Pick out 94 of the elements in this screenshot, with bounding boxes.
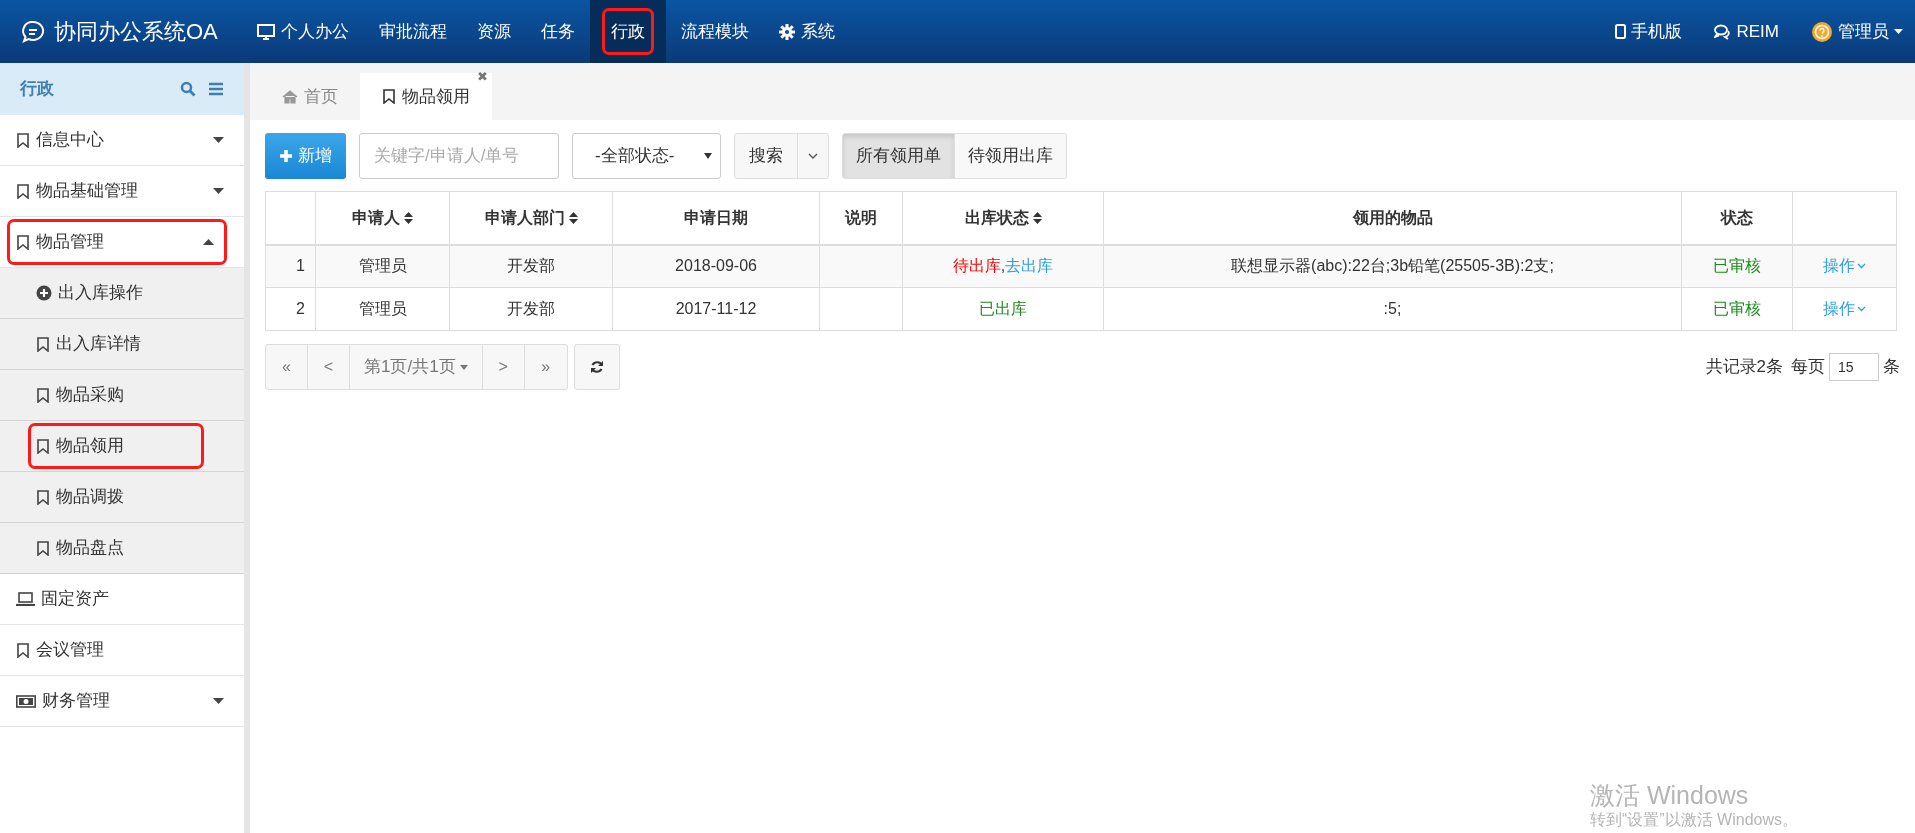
- table-cell: 开发部: [449, 244, 613, 288]
- app-title: 协同办公系统OA: [54, 18, 218, 46]
- search-icon[interactable]: [180, 81, 196, 97]
- sidebar-item[interactable]: 财务管理: [16, 681, 224, 721]
- banknote-icon: [16, 694, 36, 708]
- status-text: 已出库: [979, 300, 1027, 317]
- gear-icon: [778, 23, 795, 40]
- tab[interactable]: 物品领用 ✖: [360, 73, 492, 120]
- column-header: 申请日期: [612, 191, 820, 245]
- monitor-icon: [256, 23, 275, 40]
- bookmark-icon: [36, 387, 50, 403]
- sidebar-item[interactable]: 物品基础管理: [16, 171, 224, 211]
- column-header: 领用的物品: [1103, 191, 1682, 245]
- bookmark-icon: [36, 438, 50, 454]
- phone-icon: [1614, 24, 1626, 39]
- caret-icon: [213, 188, 224, 194]
- per-page-unit: 条: [1883, 356, 1900, 379]
- nav-item[interactable]: 系统: [763, 0, 850, 63]
- activation-title: 激活 Windows: [1590, 780, 1750, 810]
- caret-icon: [213, 137, 224, 143]
- plus-circle-icon: [36, 285, 52, 301]
- bookmark-icon: [382, 89, 396, 104]
- page-select[interactable]: 第1页/共1页: [350, 345, 483, 389]
- bookmark-icon: [16, 183, 30, 199]
- record-count: 共记录2条: [1705, 356, 1783, 379]
- status-select[interactable]: -全部状态-: [572, 133, 721, 179]
- first-page-button[interactable]: «: [266, 345, 308, 389]
- laptop-icon: [16, 592, 35, 606]
- column-header[interactable]: 出库状态: [902, 191, 1104, 245]
- refresh-icon: [589, 360, 604, 374]
- column-header[interactable]: 申请人: [315, 191, 450, 245]
- last-page-button[interactable]: »: [524, 345, 567, 389]
- table-cell: 管理员: [315, 287, 450, 331]
- chevron-down-icon: [1857, 263, 1866, 270]
- caret-icon: [213, 698, 224, 704]
- header-link[interactable]: REIM: [1713, 18, 1779, 45]
- caret-icon: [704, 153, 712, 159]
- filter-tab[interactable]: 待领用出库: [954, 134, 1066, 178]
- bookmark-icon: [36, 489, 50, 505]
- user-menu[interactable]: 管理员: [1811, 18, 1903, 45]
- chevron-down-icon: [808, 153, 818, 159]
- nav-item[interactable]: 资源: [461, 0, 526, 63]
- bookmark-icon: [36, 336, 50, 352]
- table-cell: 联想显示器(abc):22台;3b铅笔(25505-3B):2支;: [1103, 244, 1682, 288]
- chat-icon: [1713, 23, 1732, 40]
- nav-item[interactable]: 审批流程: [363, 0, 462, 63]
- column-header: 状态: [1681, 191, 1793, 245]
- caret-icon: [203, 239, 214, 245]
- filter-tab[interactable]: 所有领用单: [843, 134, 954, 178]
- sidebar-item[interactable]: 会议管理: [16, 630, 224, 670]
- next-page-button[interactable]: >: [482, 345, 525, 389]
- table-cell: 2018-09-06: [612, 244, 820, 288]
- nav-item[interactable]: 个人办公: [241, 0, 364, 63]
- sidebar-item[interactable]: 固定资产: [16, 579, 224, 619]
- sort-icon: [568, 211, 578, 224]
- row-number: 2: [265, 287, 316, 331]
- per-page-field[interactable]: 15: [1829, 353, 1879, 381]
- chevron-down-icon: [1857, 306, 1866, 312]
- nav-item[interactable]: 流程模块: [665, 0, 764, 63]
- bookmark-icon: [36, 540, 50, 556]
- search-field[interactable]: 关键字/申请人/单号: [359, 133, 559, 179]
- column-header[interactable]: 申请人部门: [449, 191, 613, 245]
- sidebar-title: 行政: [20, 78, 54, 101]
- menu-icon[interactable]: [208, 82, 224, 96]
- per-page-label: 每页: [1791, 356, 1825, 379]
- chat-logo-icon: [20, 18, 46, 45]
- status-text: 已审核: [1681, 244, 1793, 288]
- header-link[interactable]: 手机版: [1614, 18, 1682, 45]
- column-header: 说明: [819, 191, 903, 245]
- previous-page-button[interactable]: <: [308, 345, 350, 389]
- table-cell: 开发部: [449, 287, 613, 331]
- bookmark-icon: [16, 132, 30, 148]
- row-number: 1: [265, 244, 316, 288]
- bookmark-icon: [16, 234, 30, 250]
- caret-icon: [459, 364, 468, 370]
- status-text: 待出库: [952, 257, 1001, 275]
- nav-item[interactable]: 行政: [589, 0, 666, 63]
- sort-icon: [1032, 211, 1042, 224]
- plus-icon: [279, 149, 293, 163]
- bookmark-icon: [16, 642, 30, 658]
- status-text: 已审核: [1681, 287, 1793, 331]
- refresh-button[interactable]: [573, 344, 620, 390]
- sort-icon: [404, 211, 413, 224]
- table-cell: 管理员: [315, 244, 450, 288]
- caret-icon: [1894, 29, 1903, 34]
- sidebar-item[interactable]: 信息中心: [16, 120, 224, 160]
- status-text: ,: [1000, 257, 1006, 275]
- table-cell: :5;: [1103, 287, 1682, 331]
- nav-item[interactable]: 任务: [525, 0, 590, 63]
- table-cell: 2017-11-12: [612, 287, 820, 331]
- avatar-icon: [1811, 20, 1833, 43]
- home-icon: [282, 89, 298, 104]
- sidebar-item[interactable]: 物品管理: [10, 222, 224, 262]
- activation-hint: 转到“设置”以激活 Windows。: [1590, 810, 1798, 830]
